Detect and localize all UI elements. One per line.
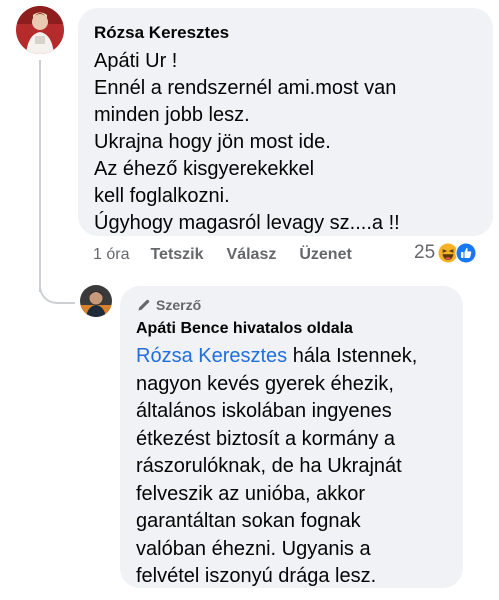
reply-body: hála Istennek, nagyon kevés gyerek éhezi… [136,345,418,587]
comment-timestamp[interactable]: 1 óra [93,246,129,264]
thread-line [39,60,41,292]
reply-button[interactable]: Válasz [227,246,277,264]
author-badge-label: Szerző [156,297,202,313]
reaction-summary[interactable]: 25 [414,242,477,264]
like-icon [455,242,477,264]
reply-bubble: Szerző Apáti Bence hivatalos oldala Rózs… [120,286,463,588]
reply-author[interactable]: Apáti Bence hivatalos oldala [136,318,447,340]
message-button[interactable]: Üzenet [299,246,351,264]
comment-author[interactable]: Rózsa Keresztes [94,22,477,44]
comment-text: Apáti Ur ! Ennél a rendszernél ami.most … [94,50,400,234]
reply-text: Rózsa Keresztes hála Istennek, nagyon ke… [136,343,447,591]
like-button[interactable]: Tetszik [150,246,203,264]
thread-connector [39,268,75,304]
comment-bubble: Rózsa Keresztes Apáti Ur ! Ennél a rends… [78,8,493,236]
avatar[interactable] [80,285,112,317]
avatar[interactable] [16,6,64,54]
pen-icon [138,299,150,311]
profile-photo-icon [16,6,64,54]
reaction-count: 25 [414,242,436,263]
profile-photo-icon [80,285,112,317]
mention-link[interactable]: Rózsa Keresztes [136,345,287,367]
comment-actions: 1 óra Tetszik Válasz Üzenet [93,244,375,266]
author-badge: Szerző [136,295,447,315]
